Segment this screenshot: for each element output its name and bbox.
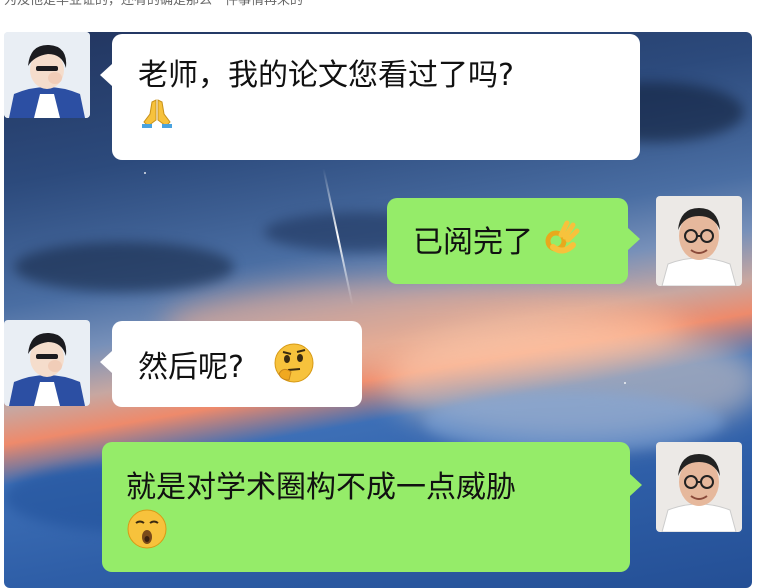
message-bubble-incoming[interactable]: 然后呢? [112, 321, 362, 407]
student-avatar-illustration [4, 32, 90, 118]
bubble-tail [630, 474, 642, 496]
teacher-avatar-photo [656, 442, 742, 532]
ok-hand-icon [543, 219, 581, 268]
teacher-avatar[interactable] [656, 442, 742, 532]
message-text: 然后呢? [138, 350, 244, 385]
message-text: 就是对学术圈构不成一点威胁 [126, 470, 516, 505]
bubble-tail [100, 351, 112, 373]
teacher-avatar[interactable] [656, 196, 742, 286]
bubble-tail [100, 64, 112, 86]
student-avatar[interactable] [4, 32, 90, 118]
message-bubble-outgoing[interactable]: 就是对学术圈构不成一点威胁 [102, 442, 630, 572]
star [144, 172, 146, 174]
cloud [14, 242, 234, 292]
teacher-avatar-photo [656, 196, 742, 286]
student-avatar[interactable] [4, 320, 90, 406]
message-bubble-outgoing[interactable]: 已阅完了 [387, 198, 628, 284]
bubble-tail [628, 228, 640, 250]
message-bubble-incoming[interactable]: 老师，我的论文您看过了吗? [112, 34, 640, 160]
whistling-face-icon [126, 508, 168, 561]
cut-off-caption: 为及他是毕业证的，还有的确是那么一件事情再来的 [4, 0, 304, 8]
thinking-face-icon [273, 342, 315, 395]
star [624, 382, 626, 384]
folded-hands-icon [138, 96, 176, 141]
student-avatar-illustration [4, 320, 90, 406]
message-text: 老师，我的论文您看过了吗? [138, 58, 514, 93]
message-text: 已阅完了 [413, 225, 533, 260]
